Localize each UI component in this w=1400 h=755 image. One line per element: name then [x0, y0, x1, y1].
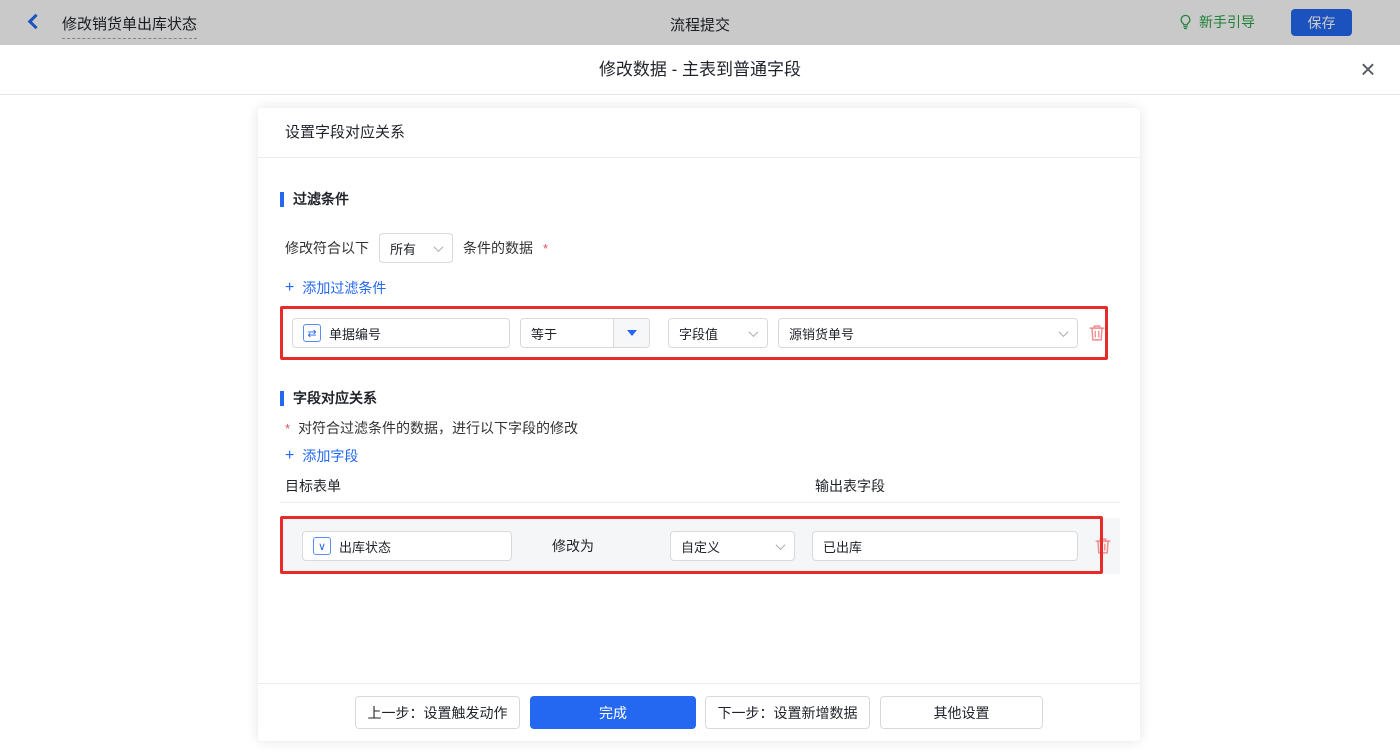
column-header-target: 目标表单 [285, 476, 341, 496]
condition-operator-select[interactable]: 等于 [520, 318, 650, 348]
match-mode-value: 所有 [390, 239, 416, 258]
field-mapping-card: 设置字段对应关系 过滤条件 修改符合以下 所有 条件的数据 * + 添加过滤条件… [258, 108, 1140, 741]
output-value-type: 自定义 [681, 537, 720, 556]
top-bar: 修改销货单出库状态 流程提交 新手引导 保存 [0, 0, 1400, 45]
chevron-down-icon [776, 540, 786, 550]
add-filter-condition-link[interactable]: + 添加过滤条件 [285, 278, 386, 298]
mapping-section-title: 字段对应关系 [280, 388, 377, 408]
dropdown-field-icon: ∨ [313, 537, 331, 555]
serial-field-icon: ⇄ [303, 324, 321, 342]
prev-step-button[interactable]: 上一步：设置触发动作 [355, 696, 520, 729]
condition-value-select[interactable]: 源销货单号 [778, 318, 1078, 348]
save-button[interactable]: 保存 [1291, 9, 1352, 36]
mapping-section-label: 字段对应关系 [293, 388, 377, 408]
modal-title: 修改数据 - 主表到普通字段 [0, 45, 1400, 95]
done-button[interactable]: 完成 [530, 696, 696, 729]
operator-dropdown-cap[interactable] [613, 319, 649, 347]
section-bar-icon [280, 391, 284, 406]
filter-section-label: 过滤条件 [293, 189, 349, 209]
output-value-type-select[interactable]: 自定义 [670, 531, 795, 561]
chevron-down-icon [434, 242, 444, 252]
condition-value-type: 字段值 [679, 324, 718, 343]
chevron-down-icon [1059, 327, 1069, 337]
mapping-description-row: * 对符合过滤条件的数据，进行以下字段的修改 [285, 418, 578, 438]
next-step-button[interactable]: 下一步：设置新增数据 [705, 696, 870, 729]
condition-field-value: 单据编号 [329, 324, 381, 343]
target-field-value: 出库状态 [339, 537, 391, 556]
other-settings-button[interactable]: 其他设置 [880, 696, 1043, 729]
condition-value: 源销货单号 [789, 324, 854, 343]
column-divider [280, 502, 1120, 503]
match-condition-row: 修改符合以下 所有 条件的数据 * [285, 233, 548, 263]
delete-mapping-trash-icon[interactable] [1094, 536, 1112, 556]
target-field-select[interactable]: ∨ 出库状态 [302, 531, 512, 561]
filter-section-title: 过滤条件 [280, 189, 349, 209]
close-icon[interactable]: × [1353, 55, 1383, 85]
output-value-input[interactable]: 已出库 [812, 531, 1078, 561]
lightbulb-icon [1178, 14, 1193, 30]
column-header-output: 输出表字段 [815, 476, 885, 496]
beginner-guide-label: 新手引导 [1199, 12, 1255, 32]
screen: 修改销货单出库状态 流程提交 新手引导 保存 修改数据 - 主表到普通字段 × … [0, 0, 1400, 755]
card-header: 设置字段对应关系 [258, 108, 1140, 158]
card-header-title: 设置字段对应关系 [285, 108, 405, 158]
add-field-link[interactable]: + 添加字段 [285, 446, 358, 466]
plus-icon: + [285, 448, 294, 464]
chevron-down-icon [749, 327, 759, 337]
modal-header: 修改数据 - 主表到普通字段 [0, 45, 1400, 95]
modify-to-label: 修改为 [552, 531, 594, 561]
beginner-guide-link[interactable]: 新手引导 [1178, 12, 1255, 32]
delete-condition-trash-icon[interactable] [1088, 323, 1106, 343]
required-mark: * [543, 241, 548, 256]
match-suffix-label: 条件的数据 [463, 238, 533, 258]
add-field-label: 添加字段 [302, 446, 358, 466]
footer-divider [258, 683, 1140, 684]
required-mark: * [285, 421, 290, 436]
triangle-down-icon [627, 330, 637, 336]
add-filter-condition-label: 添加过滤条件 [302, 278, 386, 298]
output-value: 已出库 [823, 537, 862, 556]
mapping-description: 对符合过滤条件的数据，进行以下字段的修改 [298, 418, 578, 438]
condition-field-select[interactable]: ⇄ 单据编号 [292, 318, 510, 348]
match-prefix-label: 修改符合以下 [285, 238, 369, 258]
match-mode-select[interactable]: 所有 [379, 233, 453, 263]
section-bar-icon [280, 192, 284, 207]
condition-value-type-select[interactable]: 字段值 [668, 318, 768, 348]
condition-operator-value: 等于 [521, 324, 557, 343]
plus-icon: + [285, 280, 294, 296]
